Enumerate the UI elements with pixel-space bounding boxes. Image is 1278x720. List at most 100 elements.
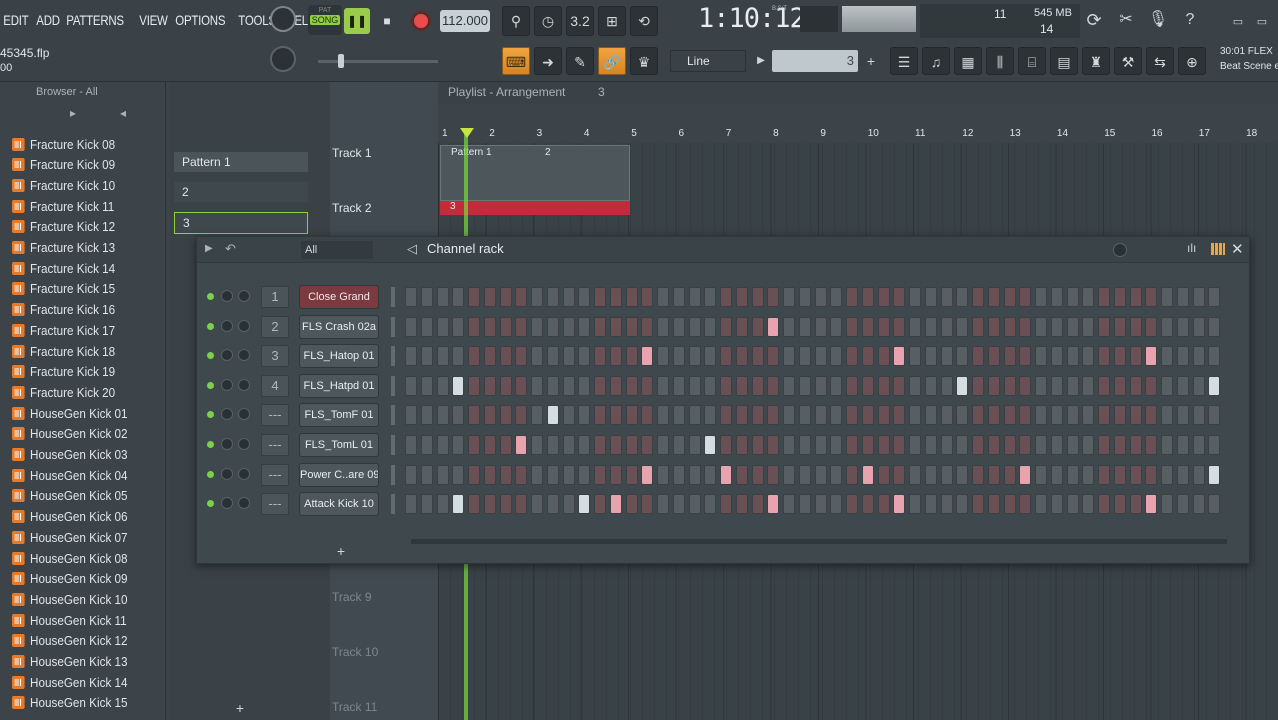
step-button[interactable] bbox=[861, 464, 874, 485]
step-button[interactable] bbox=[1050, 435, 1063, 455]
step-button[interactable] bbox=[1176, 287, 1189, 307]
step-button[interactable] bbox=[1176, 435, 1189, 455]
step-button[interactable] bbox=[594, 464, 606, 485]
browser-title[interactable]: Browser - All bbox=[36, 86, 98, 98]
channel-mute-led[interactable] bbox=[207, 352, 214, 360]
step-button[interactable] bbox=[751, 435, 764, 455]
step-button[interactable] bbox=[436, 346, 449, 367]
step-button[interactable] bbox=[1129, 316, 1142, 337]
channel-volume-knob[interactable] bbox=[238, 290, 250, 302]
step-button[interactable] bbox=[641, 435, 654, 455]
step-button[interactable] bbox=[877, 435, 890, 455]
step-button[interactable] bbox=[846, 346, 858, 367]
step-button[interactable] bbox=[688, 316, 701, 337]
step-button[interactable] bbox=[1176, 375, 1189, 396]
step-button[interactable] bbox=[1098, 494, 1110, 515]
step-button[interactable] bbox=[420, 346, 433, 367]
step-button[interactable] bbox=[657, 316, 669, 337]
step-button[interactable] bbox=[688, 435, 701, 455]
step-button[interactable] bbox=[798, 464, 811, 485]
browser-item[interactable]: Fracture Kick 19 bbox=[12, 362, 115, 382]
channel-select-indicator[interactable] bbox=[391, 464, 395, 485]
step-button[interactable] bbox=[1176, 316, 1189, 337]
draw-icon[interactable]: ✎ bbox=[566, 47, 594, 75]
step-button[interactable] bbox=[940, 405, 953, 426]
step-button[interactable] bbox=[515, 464, 528, 485]
step-button[interactable] bbox=[1098, 287, 1110, 307]
step-button[interactable] bbox=[1050, 375, 1063, 396]
step-button[interactable] bbox=[688, 346, 701, 367]
step-button[interactable] bbox=[405, 405, 417, 426]
step-button[interactable] bbox=[704, 346, 717, 367]
channel-mute-led[interactable] bbox=[207, 500, 214, 508]
channel-name-button[interactable]: FLS_TomF 01 bbox=[299, 403, 379, 428]
step-button[interactable] bbox=[704, 316, 717, 337]
step-button[interactable] bbox=[972, 405, 984, 426]
step-button[interactable] bbox=[625, 494, 638, 515]
step-button[interactable] bbox=[625, 375, 638, 396]
browser-item[interactable]: Fracture Kick 16 bbox=[12, 300, 115, 320]
step-button[interactable] bbox=[499, 435, 512, 455]
step-button[interactable] bbox=[1035, 375, 1047, 396]
step-button[interactable] bbox=[783, 316, 795, 337]
channel-name-button[interactable]: Power C..are 09 bbox=[299, 462, 379, 487]
step-button[interactable] bbox=[783, 287, 795, 307]
step-button[interactable] bbox=[483, 375, 496, 396]
step-button[interactable] bbox=[483, 464, 496, 485]
step-button[interactable] bbox=[420, 405, 433, 426]
step-button[interactable] bbox=[940, 346, 953, 367]
step-button[interactable] bbox=[1145, 346, 1158, 367]
browser-item[interactable]: Fracture Kick 12 bbox=[12, 217, 115, 237]
browser-item[interactable]: HouseGen Kick 01 bbox=[12, 403, 128, 423]
step-button[interactable] bbox=[956, 464, 969, 485]
step-button[interactable] bbox=[987, 287, 1000, 307]
browser-item[interactable]: HouseGen Kick 07 bbox=[12, 527, 128, 547]
step-button[interactable] bbox=[468, 287, 480, 307]
step-button[interactable] bbox=[1208, 435, 1221, 455]
step-button[interactable] bbox=[846, 464, 858, 485]
back-icon[interactable]: ◂ bbox=[120, 106, 126, 120]
step-button[interactable] bbox=[562, 435, 575, 455]
channel-mute-led[interactable] bbox=[207, 322, 214, 330]
pat-song-switch[interactable]: PAT SONG bbox=[308, 5, 342, 35]
step-button[interactable] bbox=[893, 287, 906, 307]
step-button[interactable] bbox=[924, 464, 937, 485]
step-button[interactable] bbox=[956, 494, 969, 515]
step-button[interactable] bbox=[972, 316, 984, 337]
channel-select-indicator[interactable] bbox=[391, 287, 395, 307]
step-button[interactable] bbox=[578, 464, 591, 485]
add-channel-icon[interactable]: + bbox=[331, 541, 351, 561]
pattern-item-1[interactable]: Pattern 1 bbox=[174, 152, 308, 172]
step-button[interactable] bbox=[767, 375, 780, 396]
step-button[interactable] bbox=[452, 464, 465, 485]
step-button[interactable] bbox=[735, 316, 748, 337]
close-icon[interactable]: ✕ bbox=[1231, 240, 1244, 258]
track-name[interactable]: Track 11 bbox=[332, 700, 377, 714]
step-button[interactable] bbox=[830, 435, 843, 455]
step-button[interactable] bbox=[1192, 287, 1205, 307]
step-button[interactable] bbox=[1019, 405, 1032, 426]
browser-item[interactable]: HouseGen Kick 04 bbox=[12, 465, 128, 485]
step-button[interactable] bbox=[1113, 494, 1126, 515]
step-button[interactable] bbox=[972, 464, 984, 485]
step-button[interactable] bbox=[531, 435, 543, 455]
step-button[interactable] bbox=[1113, 346, 1126, 367]
step-button[interactable] bbox=[877, 316, 890, 337]
step-button[interactable] bbox=[1161, 316, 1173, 337]
collapse-icon[interactable]: ▸ bbox=[70, 106, 76, 120]
step-button[interactable] bbox=[436, 494, 449, 515]
step-button[interactable] bbox=[1145, 375, 1158, 396]
step-button[interactable] bbox=[704, 375, 717, 396]
step-button[interactable] bbox=[783, 464, 795, 485]
step-button[interactable] bbox=[924, 405, 937, 426]
channel-select-indicator[interactable] bbox=[391, 316, 395, 337]
step-button[interactable] bbox=[1003, 405, 1016, 426]
step-button[interactable] bbox=[1019, 464, 1032, 485]
step-button[interactable] bbox=[704, 405, 717, 426]
step-button[interactable] bbox=[924, 435, 937, 455]
browser-item[interactable]: Fracture Kick 18 bbox=[12, 341, 115, 361]
step-edit-icon[interactable]: ➜ bbox=[534, 47, 562, 75]
step-button[interactable] bbox=[814, 435, 827, 455]
browser-item[interactable]: Fracture Kick 20 bbox=[12, 382, 115, 402]
step-button[interactable] bbox=[515, 346, 528, 367]
